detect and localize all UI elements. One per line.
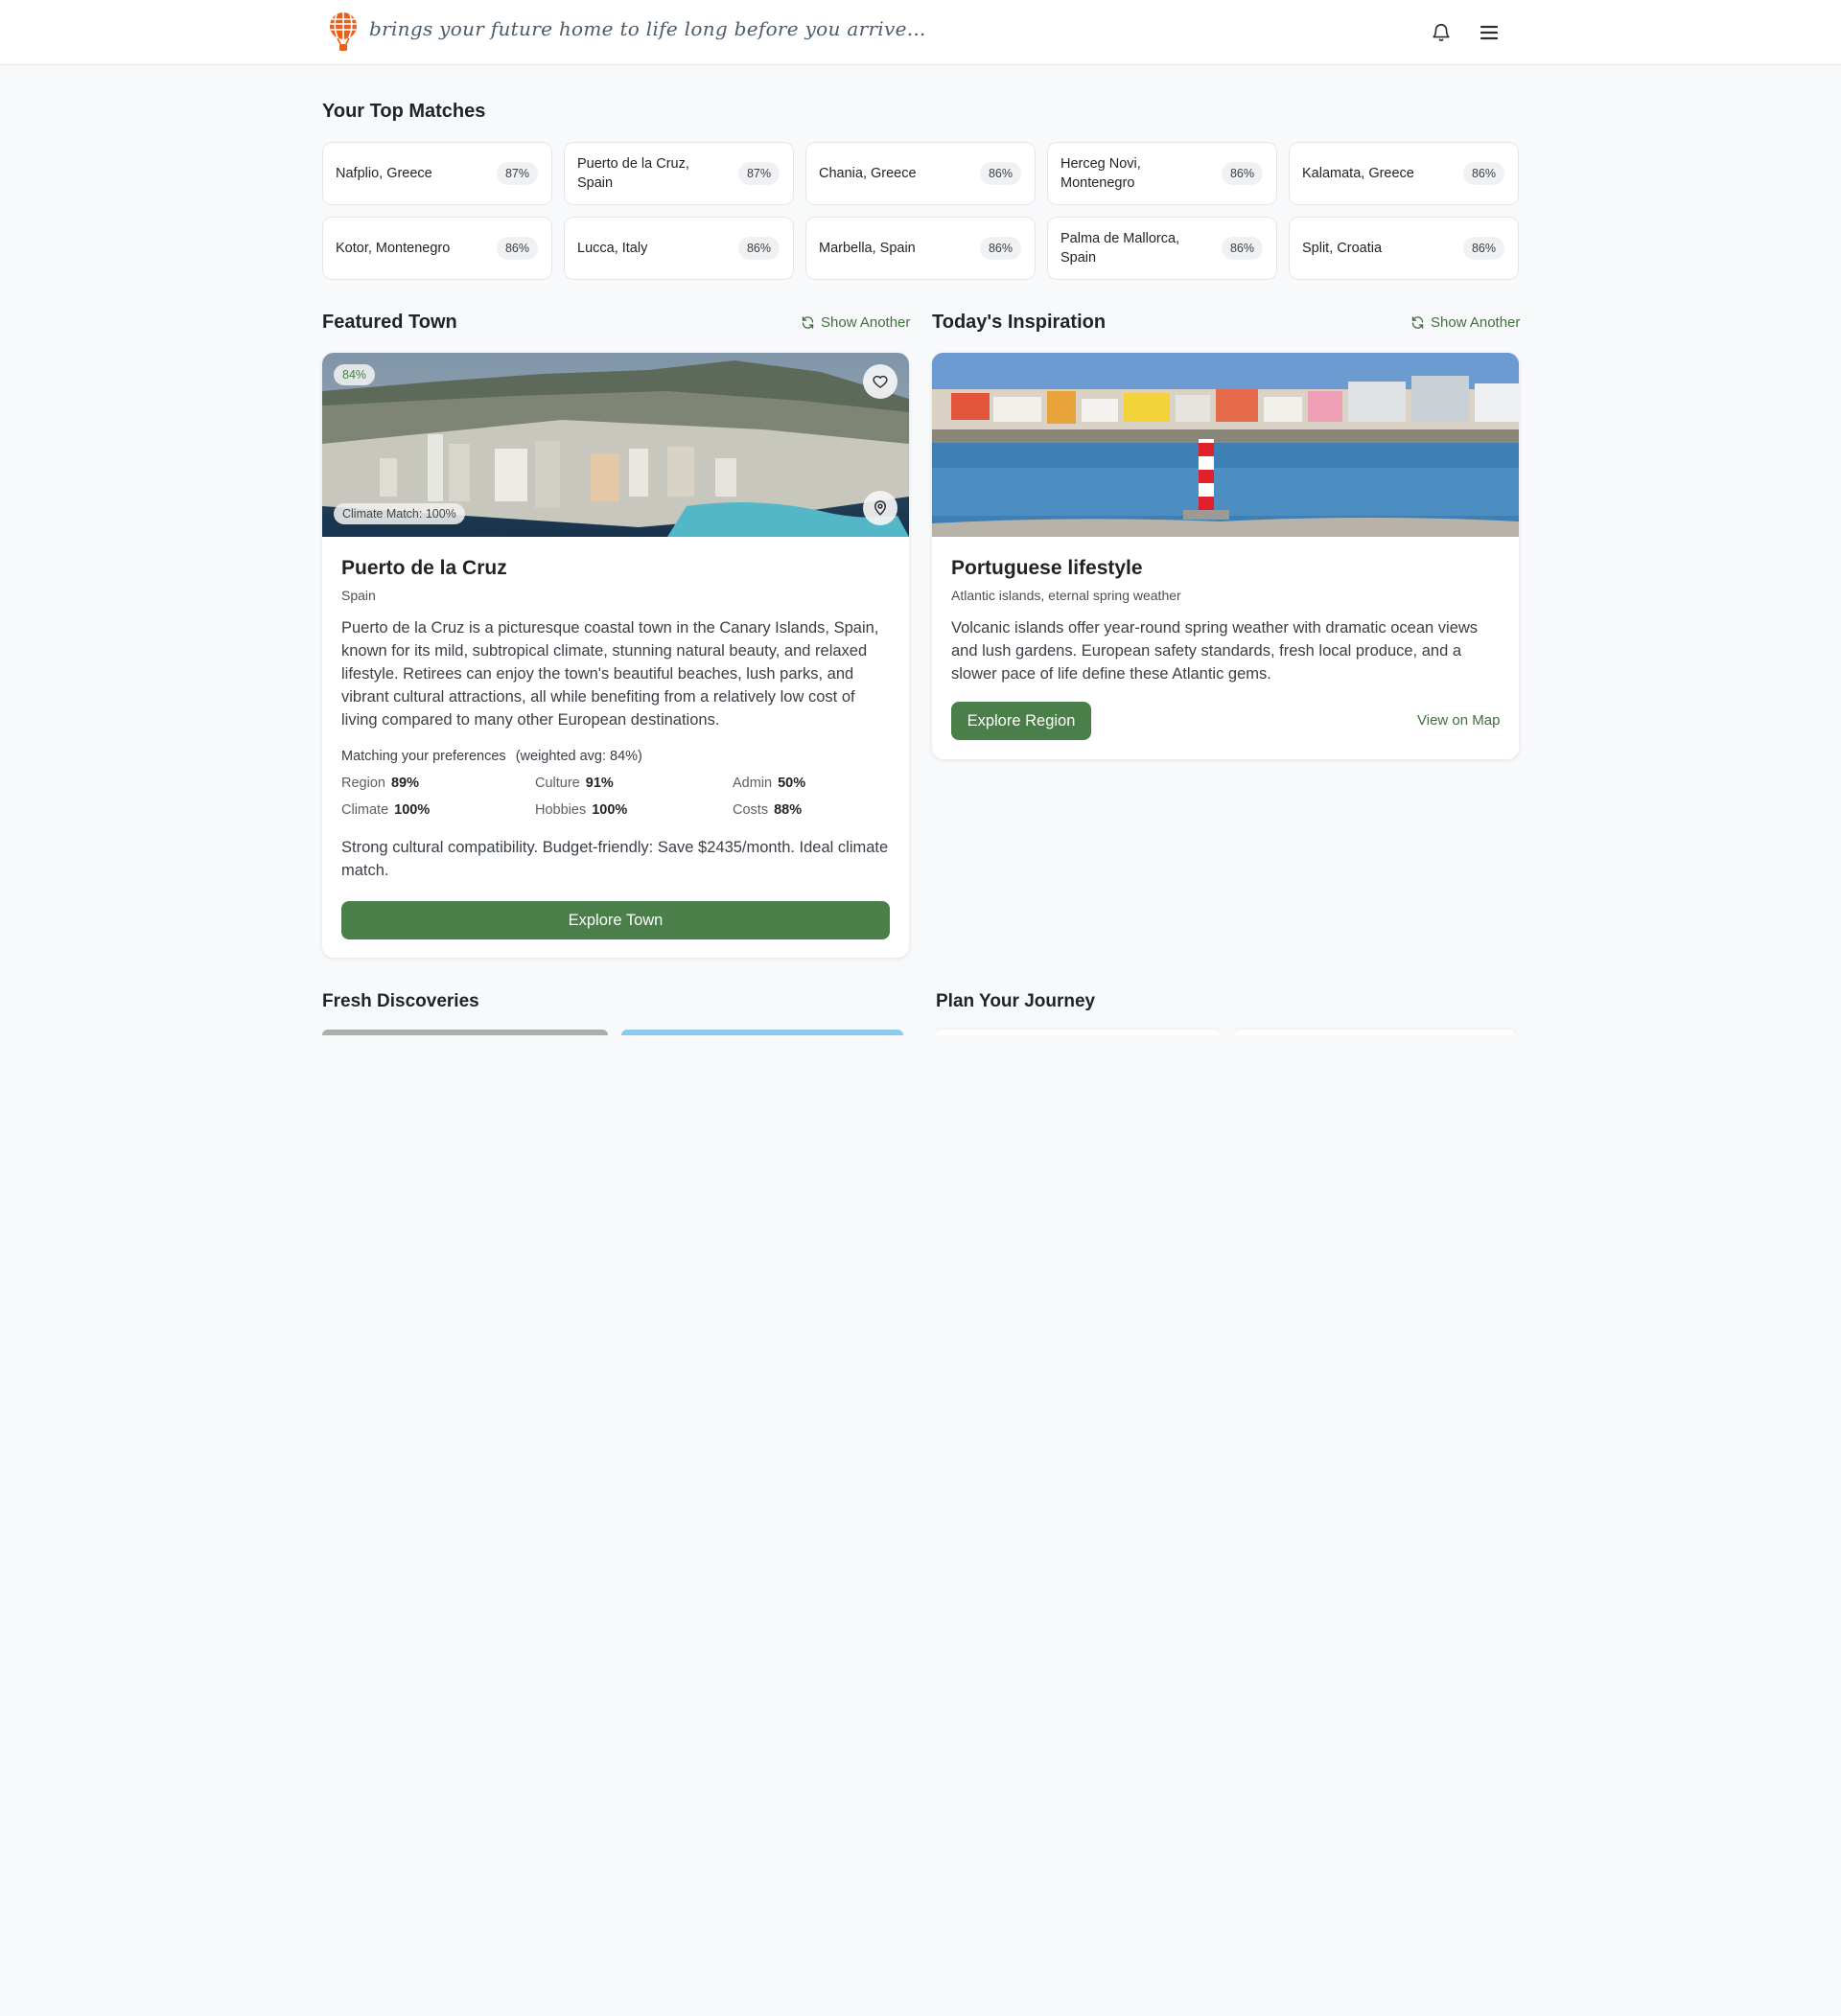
pref-key: Culture	[535, 776, 580, 791]
match-name: Marbella, Spain	[819, 241, 916, 256]
preferences-average: (weighted avg: 84%)	[515, 749, 642, 764]
show-another-label: Show Another	[821, 314, 911, 331]
journey-card-peek[interactable]	[936, 1030, 1220, 1035]
match-card[interactable]: Puerto de la Cruz, Spain 87%	[564, 142, 794, 205]
pref-key: Region	[341, 776, 385, 791]
show-another-label: Show Another	[1431, 314, 1521, 331]
map-pin-icon	[874, 500, 887, 516]
location-button[interactable]	[863, 491, 897, 525]
pref-key: Admin	[733, 776, 773, 791]
plan-journey-heading: Plan Your Journey	[936, 991, 1096, 1011]
pref-value: 88%	[774, 802, 803, 818]
pref-key: Hobbies	[535, 802, 587, 818]
top-matches-heading: Your Top Matches	[322, 101, 486, 122]
refresh-icon	[1411, 316, 1424, 329]
match-percentage: 86%	[979, 237, 1021, 260]
journey-card-peek[interactable]	[1235, 1030, 1515, 1035]
town-description: Puerto de la Cruz is a picturesque coast…	[341, 619, 879, 729]
inspiration-subtitle: Atlantic islands, eternal spring weather	[951, 588, 1181, 603]
match-name: Palma de Mallorca, Spain	[1060, 231, 1180, 266]
match-percentage: 87%	[737, 162, 780, 185]
inspiration-image[interactable]	[932, 353, 1519, 537]
match-card[interactable]: Kotor, Montenegro 86%	[322, 217, 552, 280]
match-card[interactable]: Kalamata, Greece 86%	[1289, 142, 1519, 205]
pref-costs: Costs 88%	[733, 802, 802, 818]
hot-air-balloon-icon[interactable]	[328, 12, 359, 54]
match-card[interactable]: Herceg Novi, Montenegro 86%	[1047, 142, 1277, 205]
match-card[interactable]: Nafplio, Greece 87%	[322, 142, 552, 205]
pref-value: 100%	[394, 802, 431, 818]
match-percentage: 86%	[979, 162, 1021, 185]
pref-culture: Culture 91%	[535, 776, 614, 791]
inspiration-title: Portuguese lifestyle	[951, 557, 1143, 579]
pref-value: 100%	[592, 802, 628, 818]
climate-match-badge: Climate Match: 100%	[334, 503, 465, 524]
bell-icon	[1433, 24, 1450, 41]
view-on-map-link[interactable]: View on Map	[1417, 712, 1500, 729]
match-name: Herceg Novi, Montenegro	[1060, 156, 1141, 191]
featured-town-heading: Featured Town	[322, 312, 457, 333]
match-percentage: 86%	[1221, 237, 1263, 260]
pref-value: 91%	[585, 776, 614, 791]
inspiration-card: Portuguese lifestyle Atlantic islands, e…	[932, 353, 1519, 759]
featured-town-card: 84% Climate Match: 100% Puerto de la Cru…	[322, 353, 909, 958]
top-bar: brings your future home to life long bef…	[0, 0, 1841, 65]
explore-town-button[interactable]: Explore Town	[341, 901, 890, 939]
match-percentage: 86%	[496, 237, 538, 260]
menu-button[interactable]	[1474, 17, 1504, 48]
match-name: Lucca, Italy	[577, 241, 648, 256]
town-country: Spain	[341, 588, 376, 603]
match-name: Nafplio, Greece	[336, 166, 432, 181]
match-percentage: 86%	[1221, 162, 1263, 185]
inspiration-show-another-button[interactable]: Show Another	[1410, 314, 1520, 331]
match-name: Kotor, Montenegro	[336, 241, 451, 256]
preferences-label: Matching your preferences	[341, 749, 506, 764]
match-summary: Strong cultural compatibility. Budget-fr…	[341, 839, 889, 879]
match-name: Puerto de la Cruz, Spain	[577, 156, 689, 191]
fresh-discoveries-heading: Fresh Discoveries	[322, 991, 479, 1011]
notifications-button[interactable]	[1426, 17, 1456, 48]
app-tagline: brings your future home to life long bef…	[369, 17, 926, 40]
heart-icon	[873, 375, 888, 388]
preferences-heading: Matching your preferences (weighted avg:…	[341, 749, 642, 764]
match-card[interactable]: Palma de Mallorca, Spain 86%	[1047, 217, 1277, 280]
harbor-lighthouse-photo	[932, 353, 1519, 537]
pref-climate: Climate 100%	[341, 802, 430, 818]
featured-show-another-button[interactable]: Show Another	[801, 314, 910, 331]
match-card[interactable]: Lucca, Italy 86%	[564, 217, 794, 280]
pref-hobbies: Hobbies 100%	[535, 802, 627, 818]
match-card[interactable]: Chania, Greece 86%	[805, 142, 1036, 205]
match-name: Kalamata, Greece	[1302, 166, 1414, 181]
pref-value: 50%	[778, 776, 806, 791]
pref-region: Region 89%	[341, 776, 419, 791]
favorite-button[interactable]	[863, 364, 897, 399]
explore-region-button[interactable]: Explore Region	[951, 702, 1091, 740]
hamburger-menu-icon	[1480, 25, 1499, 40]
match-name: Chania, Greece	[819, 166, 917, 181]
pref-key: Costs	[733, 802, 769, 818]
match-card[interactable]: Marbella, Spain 86%	[805, 217, 1036, 280]
match-percentage: 86%	[1462, 162, 1504, 185]
match-percentage: 86%	[737, 237, 780, 260]
inspiration-description: Volcanic islands offer year-round spring…	[951, 619, 1479, 683]
match-score-badge: 84%	[334, 364, 376, 385]
match-card[interactable]: Split, Croatia 86%	[1289, 217, 1519, 280]
pref-admin: Admin 50%	[733, 776, 805, 791]
discovery-card-peek[interactable]	[322, 1030, 608, 1035]
match-name: Split, Croatia	[1302, 241, 1383, 256]
refresh-icon	[802, 316, 814, 329]
match-percentage: 86%	[1462, 237, 1504, 260]
discovery-card-peek[interactable]	[621, 1030, 903, 1035]
town-name: Puerto de la Cruz	[341, 557, 507, 579]
pref-value: 89%	[390, 776, 419, 791]
pref-key: Climate	[341, 802, 389, 818]
inspiration-heading: Today's Inspiration	[932, 312, 1107, 333]
match-percentage: 87%	[496, 162, 538, 185]
